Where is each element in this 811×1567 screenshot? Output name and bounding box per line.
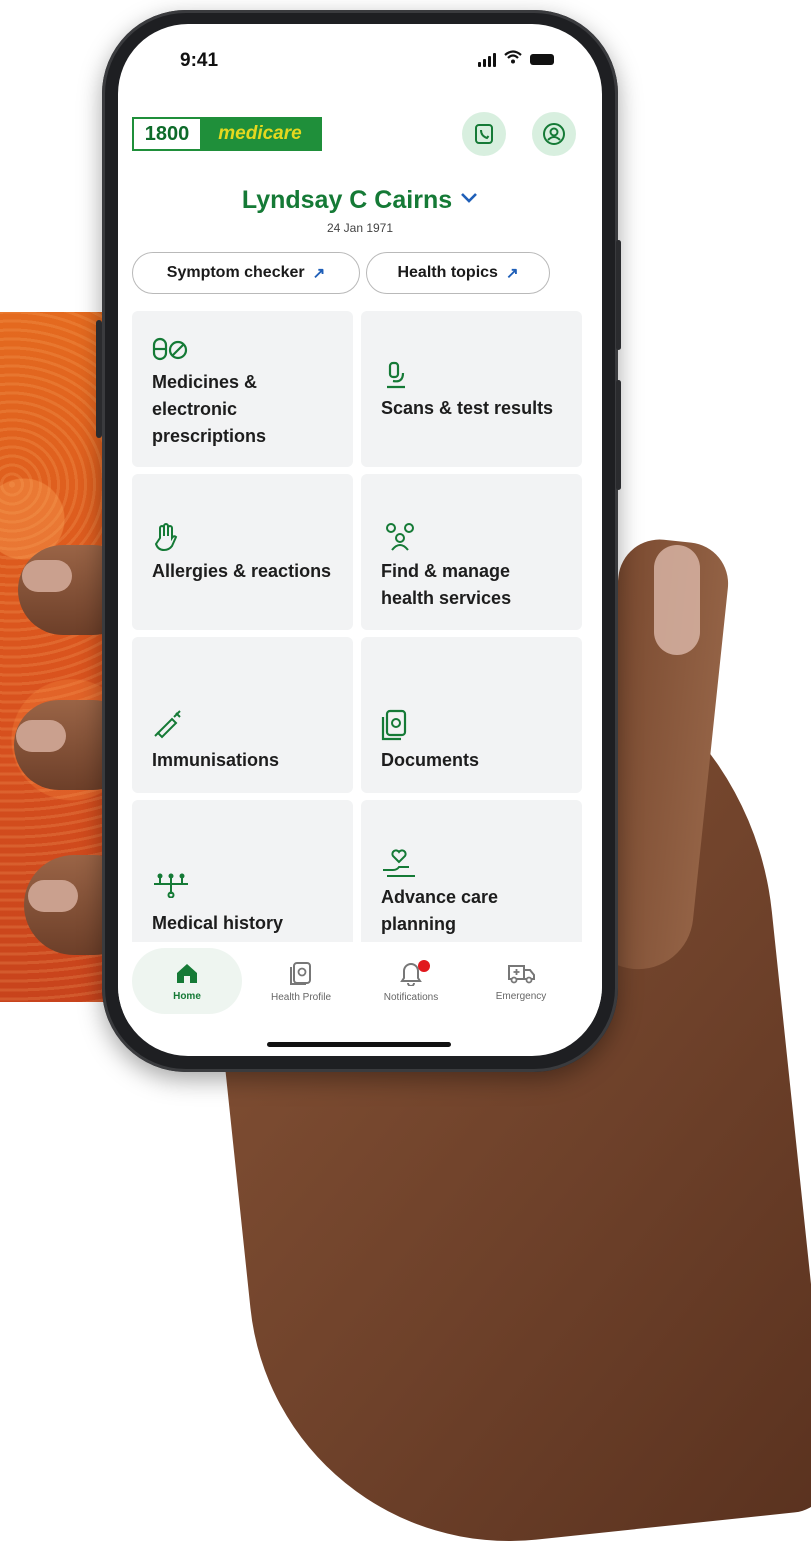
medicare-logo: 1800 medicare <box>132 117 322 151</box>
health-topics-link[interactable]: Health topics ↗ <box>366 252 550 294</box>
tile-advance-care[interactable]: Advance care planning <box>361 800 582 956</box>
call-button[interactable] <box>462 112 506 156</box>
date-of-birth: 24 Jan 1971 <box>326 221 394 235</box>
nav-health-profile[interactable]: Health Profile <box>246 948 356 1014</box>
tile-label: Medicines & electronic prescriptions <box>152 372 267 446</box>
tile-scans-results[interactable]: Scans & test results <box>361 311 582 467</box>
heart-hand-icon <box>383 849 415 877</box>
health-topics-label: Health topics <box>397 264 498 281</box>
status-icons <box>478 50 554 69</box>
phone-icon <box>475 124 493 144</box>
logo-number: 1800 <box>134 119 200 149</box>
bottom-nav: Home Health Profile Notifications Emerge… <box>118 942 602 1024</box>
family-tree-icon <box>154 873 188 898</box>
finger-nail <box>28 880 78 912</box>
tile-immunisations[interactable]: Immunisations <box>132 637 353 793</box>
people-icon <box>386 523 414 551</box>
microscope-icon <box>387 361 405 389</box>
battery-icon <box>530 54 554 65</box>
status-time: 9:41 <box>180 50 219 71</box>
profile-switcher[interactable]: Lyndsay C Cairns <box>118 182 602 215</box>
finger-nail <box>16 720 66 752</box>
external-link-icon: ↗ <box>312 265 326 282</box>
nav-emergency[interactable]: Emergency <box>466 948 576 1014</box>
symptom-checker-label: Symptom checker <box>166 264 305 281</box>
phone-side-button <box>616 380 621 490</box>
tile-health-services[interactable]: Find & manage health services <box>361 474 582 630</box>
tile-medicines[interactable]: Medicines & electronic prescriptions <box>132 311 353 467</box>
document-icon <box>381 709 407 741</box>
account-icon <box>543 123 565 145</box>
home-indicator[interactable] <box>267 1042 451 1047</box>
tile-medical-history[interactable]: Medical history <box>132 800 353 956</box>
nav-label: Home <box>173 990 201 1002</box>
tile-label: Immunisations <box>152 750 280 770</box>
symptom-checker-link[interactable]: Symptom checker ↗ <box>132 252 360 294</box>
thumb-nail <box>654 545 700 655</box>
home-icon <box>177 963 197 983</box>
nav-notifications[interactable]: Notifications <box>356 948 466 1014</box>
phone-side-button <box>616 240 621 350</box>
tile-documents[interactable]: Documents <box>361 637 582 793</box>
tile-label: Advance care planning <box>381 887 499 934</box>
nav-home[interactable]: Home <box>132 948 242 1014</box>
chevron-down-icon <box>460 182 478 211</box>
notification-badge <box>418 960 430 972</box>
pills-icon <box>152 337 188 361</box>
tile-label: Find & manage health services <box>381 561 512 608</box>
signal-icon <box>478 52 496 67</box>
tile-label: Allergies & reactions <box>152 561 332 581</box>
nav-label: Notifications <box>383 991 439 1003</box>
account-button[interactable] <box>532 112 576 156</box>
tile-label: Medical history <box>152 913 284 933</box>
wifi-icon <box>504 50 522 69</box>
nav-label: Health Profile <box>270 991 332 1003</box>
phone-side-button <box>96 320 102 438</box>
user-name: Lyndsay C Cairns <box>241 186 453 214</box>
tile-label: Scans & test results <box>381 398 554 418</box>
phone-screen: 9:41 1800 medicare Lyndsay C Cairns 24 J… <box>118 24 602 1056</box>
nav-label: Emergency <box>495 990 547 1002</box>
hand-icon <box>154 523 178 552</box>
logo-word: medicare <box>200 119 320 149</box>
tile-label: Documents <box>381 750 480 770</box>
tile-allergies[interactable]: Allergies & reactions <box>132 474 353 630</box>
syringe-icon <box>154 710 181 739</box>
health-profile-icon <box>290 961 311 985</box>
ambulance-icon <box>508 964 535 983</box>
external-link-icon: ↗ <box>505 265 519 282</box>
finger-nail <box>22 560 72 592</box>
